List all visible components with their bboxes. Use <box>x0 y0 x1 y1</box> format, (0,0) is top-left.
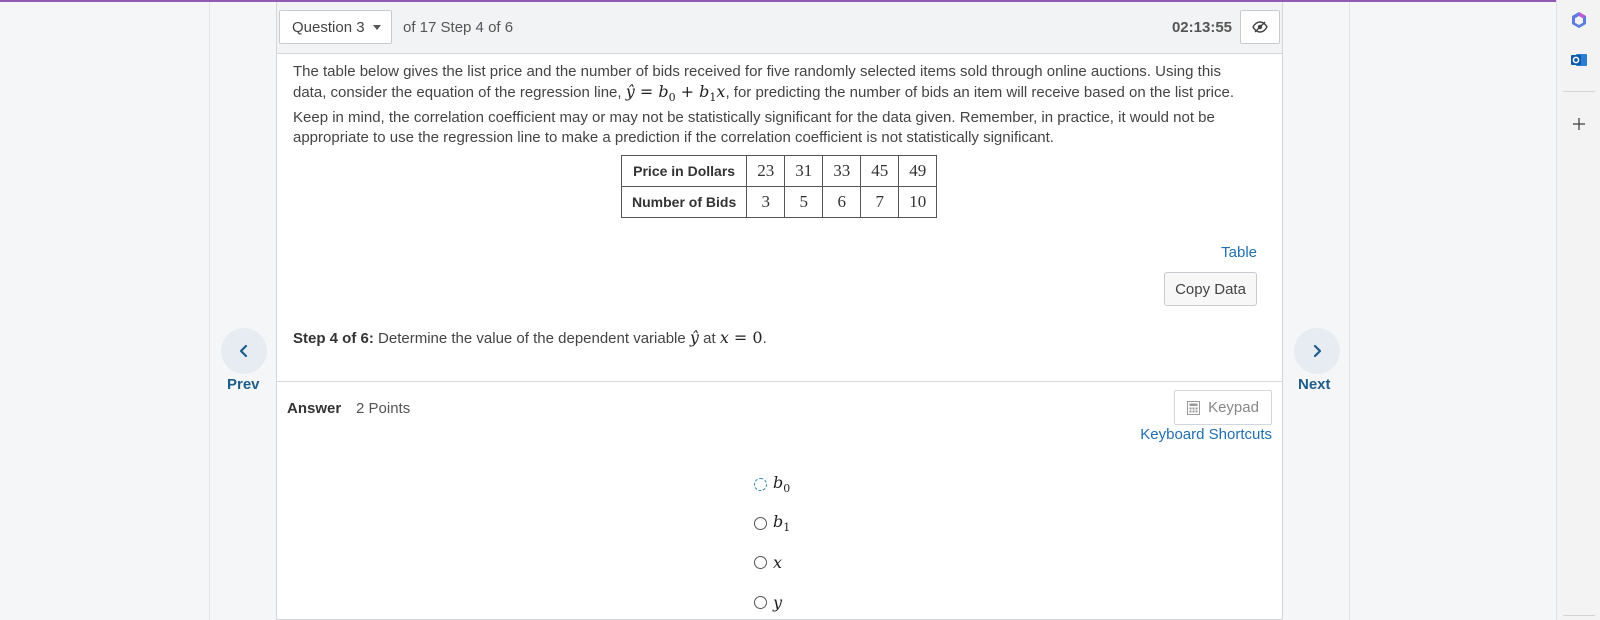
table-cell: 49 <box>898 155 938 187</box>
panel-divider <box>1563 91 1595 92</box>
question-text: The table below gives the list price and… <box>293 62 1253 148</box>
answer-option-b0[interactable]: b0 <box>754 473 790 495</box>
panel-divider <box>1563 615 1595 616</box>
browser-side-panel <box>1556 0 1600 620</box>
question-progress: of 17 Step 4 of 6 <box>403 19 514 36</box>
question-card: Question 3 of 17 Step 4 of 6 02:13:55 Th… <box>276 2 1283 620</box>
row-header: Number of Bids <box>620 186 748 218</box>
calculator-icon <box>1187 400 1201 415</box>
radio-button[interactable] <box>754 596 767 609</box>
question-header: Question 3 of 17 Step 4 of 6 02:13:55 <box>277 2 1282 54</box>
step-text: Determine the value of the dependent var… <box>373 330 690 347</box>
table-link[interactable]: Table <box>1221 244 1257 261</box>
caret-down-icon <box>372 24 381 30</box>
row-header: Price in Dollars <box>620 155 748 187</box>
radio-button[interactable] <box>754 477 767 491</box>
keypad-button[interactable]: Keypad <box>1174 390 1272 425</box>
prev-label[interactable]: Prev <box>227 376 260 393</box>
table-cell: 10 <box>898 186 938 218</box>
table-cell: 7 <box>860 186 900 218</box>
option-label: y <box>773 593 783 612</box>
table-cell: 23 <box>746 155 786 187</box>
hide-timer-button[interactable] <box>1240 10 1280 44</box>
regression-equation: ŷ = b0 + b1x <box>625 82 726 105</box>
question-select[interactable]: Question 3 <box>279 10 392 44</box>
outlook-icon[interactable] <box>1569 50 1589 70</box>
table-cell: 3 <box>746 186 786 218</box>
table-cell: 45 <box>860 155 900 187</box>
option-label: x <box>773 553 783 572</box>
next-label[interactable]: Next <box>1298 376 1331 393</box>
step-label: Step 4 of 6: <box>293 330 374 347</box>
add-icon[interactable] <box>1569 114 1589 134</box>
question-select-label: Question 3 <box>292 18 365 36</box>
copy-data-button[interactable]: Copy Data <box>1164 272 1257 306</box>
answer-option-y[interactable]: y <box>754 593 782 612</box>
keyboard-shortcuts-link[interactable]: Keyboard Shortcuts <box>1140 426 1272 443</box>
table-cell: 6 <box>822 186 862 218</box>
radio-button[interactable] <box>754 556 767 569</box>
right-gutter <box>1349 2 1556 620</box>
option-label: b0 <box>773 473 791 496</box>
step-text-at: at <box>698 330 720 347</box>
table-cell: 5 <box>784 186 824 218</box>
points-value: 2 Points <box>356 400 411 417</box>
radio-button[interactable] <box>754 516 767 530</box>
data-table: Price in Dollars 23 31 33 45 49 Number o… <box>620 155 938 218</box>
y-hat-symbol: ŷ <box>689 328 699 347</box>
table-row: Number of Bids 3 5 6 7 10 <box>620 186 938 218</box>
table-cell: 31 <box>784 155 824 187</box>
answer-divider <box>277 381 1282 382</box>
step-instruction: Step 4 of 6: Determine the value of the … <box>293 328 767 347</box>
x-equals-zero: x = 0 <box>719 328 763 347</box>
answer-label: Answer <box>287 400 342 417</box>
prev-button[interactable] <box>221 328 267 374</box>
table-cell: 33 <box>822 155 862 187</box>
keypad-label: Keypad <box>1208 399 1259 416</box>
timer: 02:13:55 <box>1171 19 1232 36</box>
eye-slash-icon <box>1252 21 1268 33</box>
next-button[interactable] <box>1294 328 1340 374</box>
answer-option-x[interactable]: x <box>754 553 782 572</box>
copilot-icon[interactable] <box>1569 10 1589 30</box>
option-label: b1 <box>773 512 791 535</box>
chevron-left-icon <box>239 344 248 358</box>
table-row: Price in Dollars 23 31 33 45 49 <box>620 155 938 187</box>
left-gutter <box>0 2 210 620</box>
answer-option-b1[interactable]: b1 <box>754 512 790 534</box>
chevron-right-icon <box>1313 344 1322 358</box>
